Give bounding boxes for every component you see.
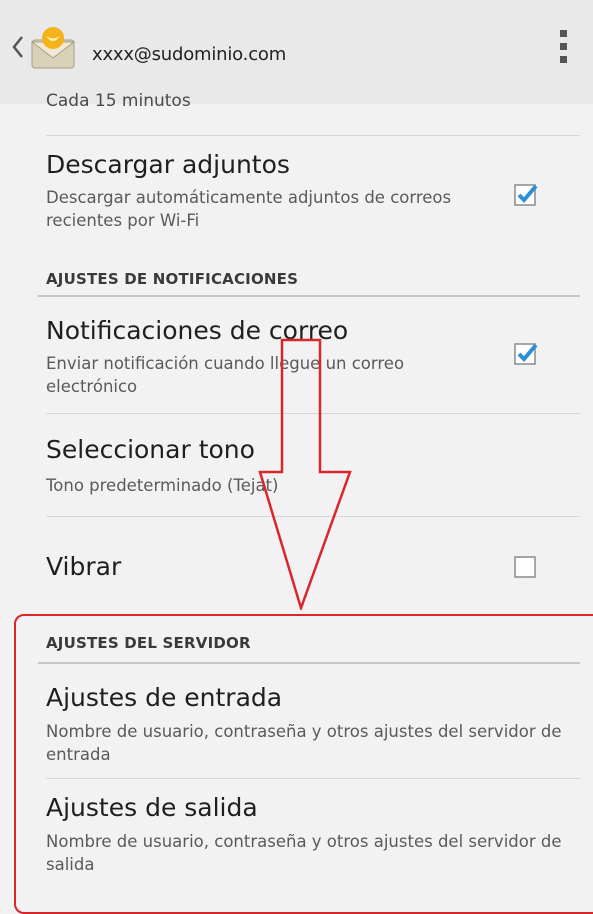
download-attachments-title: Descargar adjuntos bbox=[46, 150, 290, 179]
notifications-section-header: AJUSTES DE NOTIFICACIONES bbox=[46, 270, 299, 288]
vibrate-checkbox[interactable] bbox=[514, 554, 538, 578]
down-arrow-icon bbox=[258, 338, 352, 610]
account-email: xxxx@sudominio.com bbox=[92, 44, 287, 65]
ringtone-title: Seleccionar tono bbox=[46, 435, 255, 464]
action-bar: xxxx@sudominio.com bbox=[0, 0, 593, 104]
section-divider bbox=[38, 295, 580, 297]
sync-frequency-value: Cada 15 minutos bbox=[46, 91, 191, 111]
divider bbox=[46, 135, 580, 136]
vibrate-title: Vibrar bbox=[46, 552, 122, 581]
ringtone-summary: Tono predeterminado (Tejat) bbox=[46, 476, 279, 495]
chevron-left-icon[interactable] bbox=[9, 34, 27, 60]
email-envelope-icon[interactable] bbox=[26, 24, 80, 72]
download-attachments-checkbox[interactable] bbox=[514, 182, 538, 206]
highlight-box bbox=[14, 614, 593, 914]
download-attachments-summary: Descargar automáticamente adjuntos de co… bbox=[46, 188, 452, 230]
overflow-menu-icon[interactable] bbox=[557, 30, 569, 72]
mail-notifications-checkbox[interactable] bbox=[514, 341, 538, 365]
